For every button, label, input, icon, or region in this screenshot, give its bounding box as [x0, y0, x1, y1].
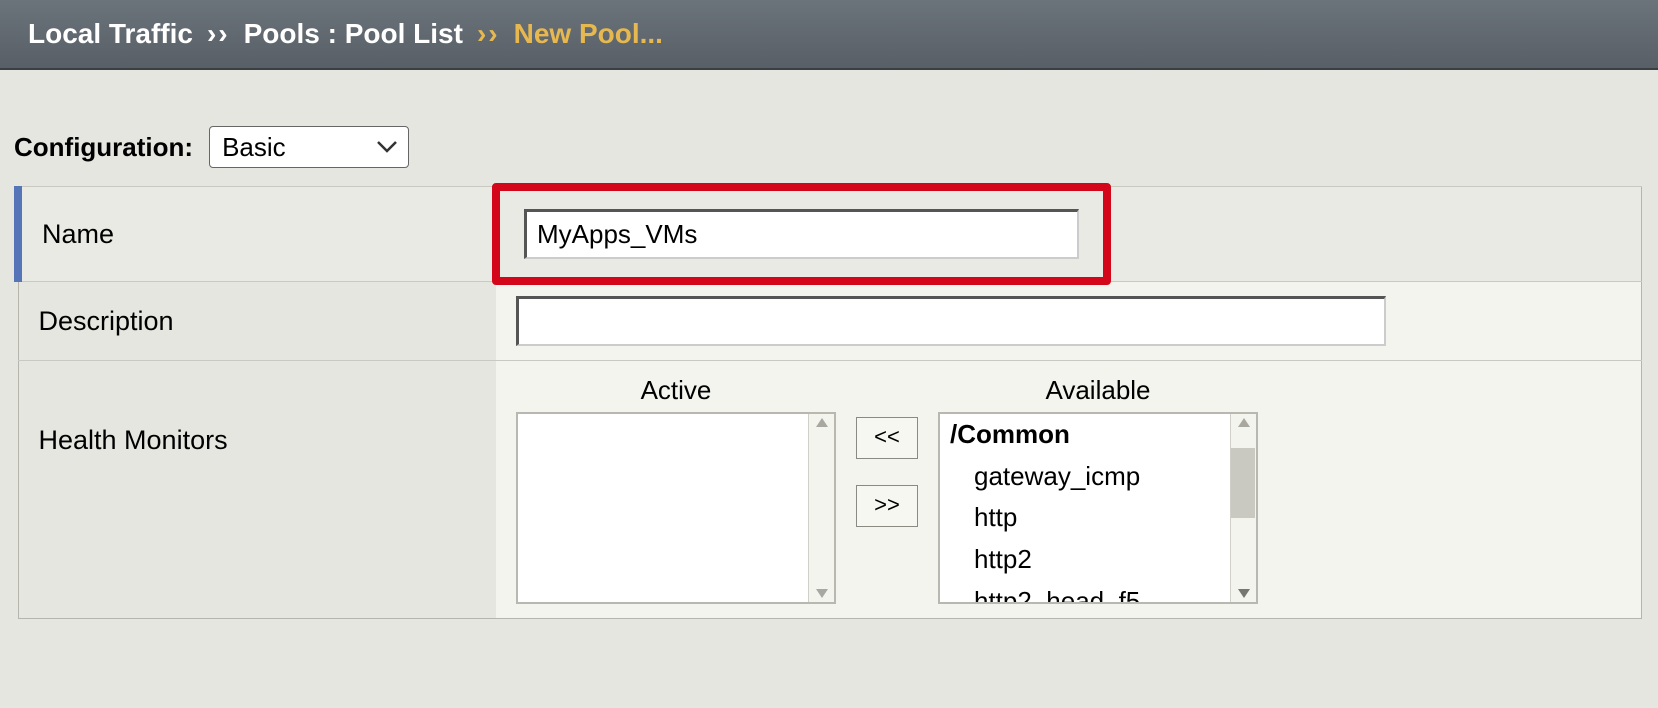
breadcrumb-sep: ›› [463, 18, 514, 50]
option-item[interactable]: gateway_icmp [940, 456, 1256, 498]
scroll-down-icon [1235, 584, 1253, 602]
available-label: Available [1045, 375, 1150, 406]
scroll-up-icon [813, 414, 831, 432]
configuration-select[interactable]: Basic [209, 126, 409, 168]
breadcrumb-sep: ›› [193, 18, 244, 50]
scroll-up-icon [1235, 414, 1253, 432]
option-group: /Common [940, 414, 1256, 456]
row-monitors-label: Health Monitors [18, 361, 496, 619]
move-left-button[interactable]: << [856, 417, 918, 459]
monitors-duallist: Active << >> Available [516, 375, 1627, 604]
scroll-down-icon [813, 584, 831, 602]
option-item[interactable]: http2_head_f5 [940, 581, 1256, 604]
scrollbar[interactable] [1230, 414, 1256, 602]
move-right-button[interactable]: >> [856, 485, 918, 527]
breadcrumb-current: New Pool... [514, 18, 663, 50]
breadcrumb: Local Traffic ›› Pools : Pool List ›› Ne… [0, 0, 1658, 70]
configuration-select-value: Basic [222, 132, 286, 163]
option-item[interactable]: http2 [940, 539, 1256, 581]
chevron-down-icon [376, 140, 398, 154]
configuration-label: Configuration: [14, 132, 193, 163]
row-description-label: Description [18, 282, 496, 361]
name-input[interactable] [524, 209, 1079, 259]
option-item[interactable]: http [940, 497, 1256, 539]
active-label: Active [641, 375, 712, 406]
description-input[interactable] [516, 296, 1386, 346]
breadcrumb-pools[interactable]: Pools : Pool List [244, 18, 463, 50]
active-listbox[interactable] [516, 412, 836, 604]
available-listbox[interactable]: /Common gateway_icmp http http2 http2_he… [938, 412, 1258, 604]
breadcrumb-local-traffic[interactable]: Local Traffic [28, 18, 193, 50]
name-highlight [492, 183, 1111, 285]
row-name-label: Name [18, 187, 496, 282]
scrollbar[interactable] [808, 414, 834, 602]
scroll-thumb[interactable] [1231, 448, 1255, 518]
form-table: Name Description Health Monitors Active [14, 186, 1642, 619]
